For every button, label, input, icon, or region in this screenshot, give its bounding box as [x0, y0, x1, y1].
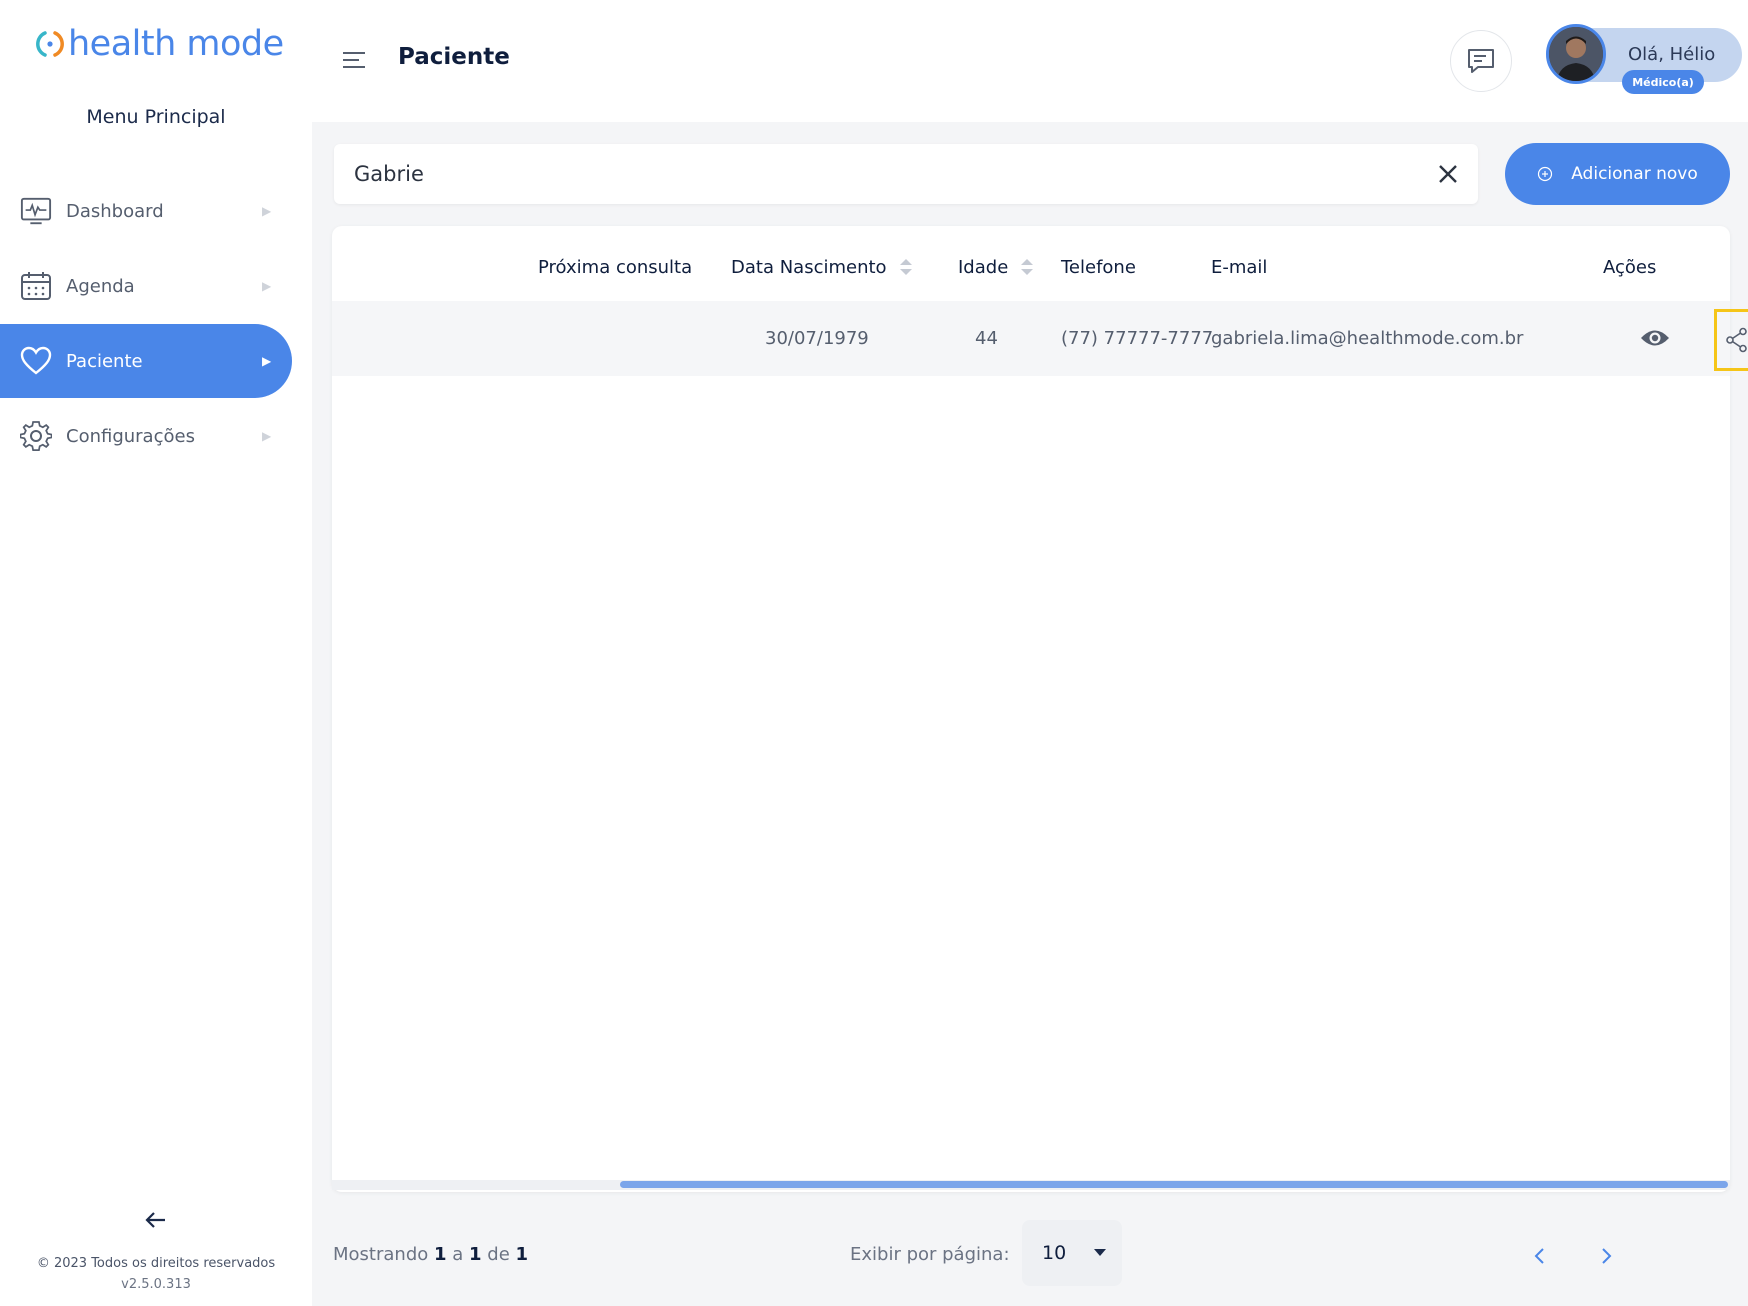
sort-icon: [1021, 259, 1034, 275]
avatar[interactable]: [1546, 24, 1606, 84]
chat-icon: [1468, 49, 1494, 73]
view-patient-button[interactable]: [1638, 321, 1672, 355]
chat-button[interactable]: [1450, 30, 1512, 92]
sidebar: health mode Menu Principal Dashboard ▶ A…: [0, 0, 312, 1306]
column-header-label: Próxima consulta: [538, 256, 693, 278]
column-header-label: Idade: [958, 256, 1009, 278]
gear-icon: [20, 420, 52, 452]
add-new-label: Adicionar novo: [1571, 164, 1698, 184]
plus-circle-icon: [1538, 166, 1553, 182]
previous-page-button[interactable]: [1528, 1244, 1552, 1268]
column-header-data-nascimento[interactable]: Data Nascimento: [731, 250, 913, 284]
horizontal-scrollbar-thumb[interactable]: [620, 1181, 1728, 1188]
per-page-value: 10: [1042, 1242, 1067, 1264]
sidebar-item-dashboard[interactable]: Dashboard ▶: [0, 174, 292, 248]
chevron-right-icon: ▶: [262, 279, 272, 293]
close-icon: [1439, 165, 1457, 183]
pagination-summary: Mostrando 1 a 1 de 1: [333, 1244, 528, 1265]
version-text: v2.5.0.313: [121, 1277, 191, 1292]
showing-sep: a: [452, 1244, 464, 1265]
copyright-text: © 2023 Todos os direitos reservados: [36, 1256, 276, 1271]
sidebar-item-label: Dashboard: [66, 200, 164, 222]
sidebar-item-label: Configurações: [66, 425, 195, 447]
column-header-idade[interactable]: Idade: [958, 250, 1034, 284]
column-header-label: Ações: [1603, 256, 1657, 278]
top-header: Paciente Olá, Hélio Médico(a): [312, 0, 1748, 122]
monitor-pulse-icon: [20, 195, 52, 227]
showing-prefix: Mostrando: [333, 1244, 429, 1265]
showing-sep: de: [487, 1244, 510, 1265]
menu-toggle-button[interactable]: [340, 46, 368, 74]
heart-icon: [20, 345, 52, 377]
sidebar-item-label: Agenda: [66, 275, 135, 297]
menu-title: Menu Principal: [86, 106, 226, 128]
column-header-label: Data Nascimento: [731, 256, 887, 278]
patients-table: Próxima consulta Data Nascimento Idade T…: [332, 226, 1748, 1192]
clear-search-button[interactable]: [1436, 162, 1460, 186]
page-title: Paciente: [398, 44, 510, 70]
sidebar-item-label: Paciente: [66, 350, 143, 372]
cell-idade: 44: [975, 328, 998, 349]
sort-icon: [899, 259, 912, 275]
showing-total: 1: [515, 1244, 529, 1265]
search-box: [334, 144, 1478, 204]
search-input[interactable]: [354, 144, 1414, 204]
chevron-right-icon: ▶: [262, 354, 272, 368]
arrow-left-icon: [145, 1212, 165, 1228]
chevron-right-icon: ▶: [262, 204, 272, 218]
sidebar-item-configuracoes[interactable]: Configurações ▶: [0, 399, 292, 473]
per-page-select[interactable]: 10: [1022, 1220, 1122, 1286]
next-page-button[interactable]: [1594, 1244, 1618, 1268]
eye-icon: [1641, 330, 1669, 346]
column-header-telefone[interactable]: Telefone: [1061, 250, 1136, 284]
column-header-email[interactable]: E-mail: [1211, 250, 1267, 284]
chevron-right-icon: [1602, 1248, 1612, 1264]
sidebar-item-agenda[interactable]: Agenda ▶: [0, 249, 292, 323]
logo-text: health mode: [68, 24, 284, 64]
share-icon: [1726, 327, 1747, 353]
showing-to: 1: [469, 1244, 482, 1265]
cell-telefone: (77) 77777-7777: [1061, 328, 1214, 349]
logo[interactable]: health mode: [34, 20, 284, 68]
chevron-left-icon: [1534, 1248, 1544, 1264]
per-page-label: Exibir por página:: [850, 1244, 1010, 1265]
cell-data-nascimento: 30/07/1979: [765, 328, 869, 349]
column-header-label: Telefone: [1061, 256, 1136, 278]
column-header-label: E-mail: [1211, 256, 1268, 278]
chevron-right-icon: ▶: [262, 429, 272, 443]
table-row[interactable]: 30/07/1979 44 (77) 77777-7777 gabriela.l…: [332, 301, 1730, 376]
caret-down-icon: [1094, 1249, 1107, 1256]
column-header-proxima-consulta[interactable]: Próxima consulta: [538, 250, 692, 284]
showing-from: 1: [434, 1244, 447, 1265]
sidebar-item-paciente[interactable]: Paciente ▶: [0, 324, 292, 398]
hamburger-icon: [343, 52, 365, 68]
collapse-sidebar-button[interactable]: [140, 1204, 172, 1236]
role-badge: Médico(a): [1622, 70, 1704, 94]
user-greeting: Olá, Hélio: [1628, 44, 1716, 65]
calendar-icon: [20, 270, 52, 302]
share-patient-button[interactable]: [1714, 309, 1748, 371]
add-new-button[interactable]: Adicionar novo: [1505, 143, 1730, 205]
logo-mark-icon: [36, 31, 64, 57]
cell-email: gabriela.lima@healthmode.com.br: [1211, 328, 1524, 349]
column-header-acoes: Ações: [1603, 250, 1656, 284]
